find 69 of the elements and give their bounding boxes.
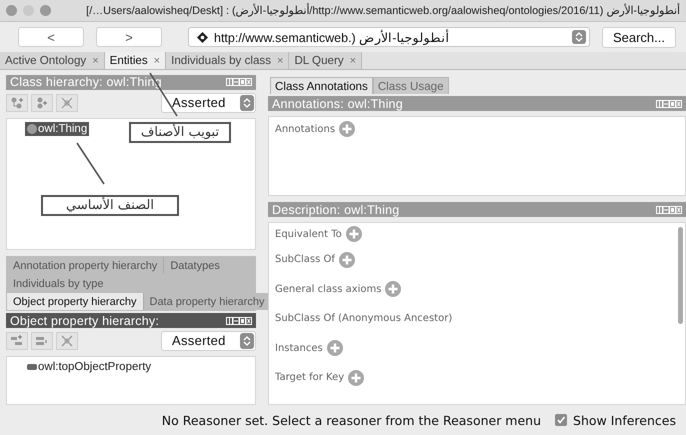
show-inferences-checkbox[interactable] <box>555 414 568 426</box>
callout-label: الصنف الأساسي <box>41 194 179 216</box>
add-subproperty-button[interactable] <box>6 332 28 350</box>
window-zoom-button[interactable] <box>40 5 51 16</box>
stepper-icon[interactable] <box>572 30 586 44</box>
forward-button[interactable]: > <box>96 27 162 47</box>
add-subclass-button[interactable] <box>6 94 28 112</box>
tab-label: Entities <box>110 54 148 67</box>
panel-title: Description: owl:Thing <box>272 202 400 216</box>
tree-item[interactable]: owl:topObjectProperty <box>25 360 154 374</box>
workspace-tab[interactable]: Entities × <box>104 52 166 69</box>
bars-icon <box>35 334 49 347</box>
mode-dropdown[interactable]: Asserted <box>161 92 256 113</box>
add-icon[interactable] <box>348 370 364 386</box>
add-icon[interactable] <box>326 340 343 356</box>
add-icon[interactable] <box>338 252 355 268</box>
section-label: Equivalent To <box>275 228 342 240</box>
url-field[interactable]: http://www.semanticweb.) أنطولوجيا-الأرض <box>188 27 590 47</box>
stepper-icon <box>240 94 254 111</box>
workspace-tab[interactable]: Active Ontology × <box>0 52 105 69</box>
diamond-icon <box>197 32 208 42</box>
add-icon[interactable] <box>346 226 362 242</box>
nodes-plus-icon <box>35 96 49 109</box>
panel-tab[interactable]: Class Annotations <box>270 77 373 94</box>
mode-dropdown[interactable]: Asserted <box>161 330 256 351</box>
bars-plus-icon <box>10 334 24 347</box>
section-label: General class axioms <box>275 284 382 295</box>
search-button[interactable]: Search... <box>602 26 676 48</box>
crossed-node-icon <box>60 96 74 109</box>
hierarchy-tab[interactable]: Datatypes <box>164 257 255 274</box>
add-sibling-property-button[interactable] <box>31 332 53 350</box>
circle-icon <box>27 124 37 134</box>
tab-label: DL Query <box>294 54 344 67</box>
leader-line <box>76 142 105 184</box>
delete-property-button[interactable] <box>56 332 78 350</box>
workspace-tab[interactable]: DL Query × <box>289 52 362 69</box>
stepper-icon <box>240 332 254 349</box>
checkbox-label: Show Inferences <box>573 412 676 428</box>
hierarchy-tab[interactable]: Individuals by type <box>7 275 255 292</box>
add-icon[interactable] <box>339 121 356 137</box>
status-message: No Reasoner set. Select a reasoner from the Reasoner menu <box>162 412 542 428</box>
section-label: Target for Key <box>275 372 344 384</box>
panel-title: Annotations: owl:Thing <box>272 96 403 110</box>
panel-controls-icon[interactable] <box>226 316 252 325</box>
bar-icon <box>27 362 37 372</box>
scrollbar[interactable] <box>678 227 683 324</box>
back-button[interactable]: < <box>18 27 84 47</box>
tab-label: Active Ontology <box>5 54 86 67</box>
section-label: SubClass Of <box>275 254 335 266</box>
hierarchy-tab[interactable]: Data property hierarchy <box>144 293 270 310</box>
window-close-button[interactable] <box>6 5 17 16</box>
panel-tab[interactable]: Class Usage <box>372 77 449 94</box>
workspace-tab[interactable]: Individuals by class × <box>166 52 290 69</box>
callout-label: تبويب الأصناف <box>129 122 231 143</box>
tab-close-button[interactable]: × <box>154 54 160 66</box>
section-label: SubClass Of (Anonymous Ancestor) <box>275 313 452 324</box>
tree-item[interactable]: owl:Thing <box>25 122 90 136</box>
delete-button[interactable] <box>56 94 78 112</box>
section-label: Annotations <box>275 124 336 134</box>
add-icon[interactable] <box>385 281 402 298</box>
hierarchy-tab[interactable]: Object property hierarchy <box>7 293 144 310</box>
section-label: Instances <box>275 342 323 354</box>
node-plus-icon <box>10 96 24 109</box>
hierarchy-tab[interactable]: Annotation property hierarchy <box>7 257 164 274</box>
add-sibling-button[interactable] <box>31 94 53 112</box>
cross-icon <box>60 334 74 347</box>
window-title: أنطولوجيا-الأرض (http://www.semanticweb.org/aalowisheq/ontologies/2016/11/أنطولوجيا-الأرض) : [Users/aalowisheq/Deskt…/] <box>85 4 680 17</box>
panel-title: Object property hierarchy: <box>10 314 160 328</box>
tab-label: Individuals by class <box>171 54 271 67</box>
